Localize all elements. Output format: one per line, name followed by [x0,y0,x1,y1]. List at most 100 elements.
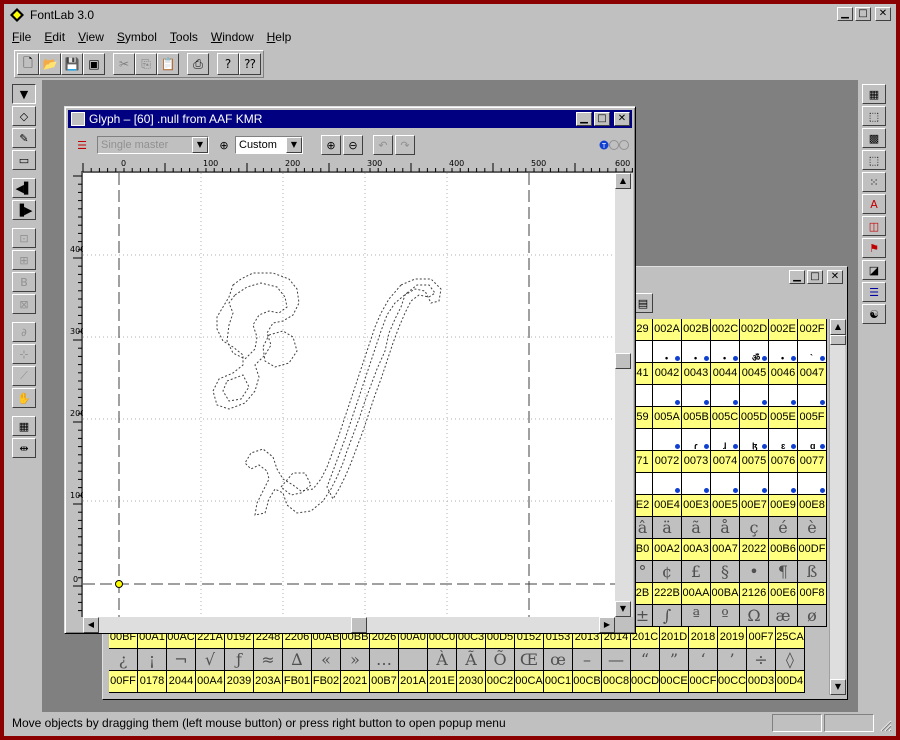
hint-box-button[interactable]: ◫ [862,216,886,236]
glyph-cell[interactable]: £ [682,561,711,583]
kerning-tool-button[interactable]: ⇹ [12,438,36,458]
glyph-cell[interactable]: ß [798,561,827,583]
lines-button[interactable]: ☰ [862,282,886,302]
glyph-cell[interactable]: è [798,517,827,539]
glyph-cell[interactable] [633,385,653,407]
glyph-cell[interactable]: º [711,605,740,627]
glyph-code-cell[interactable]: B0 [633,539,653,561]
pen-tool-button[interactable]: ✎ [12,128,36,148]
glyph-code-cell[interactable]: 00E8 [798,495,827,517]
glyph-code-cell[interactable]: 00BA [711,583,740,605]
glyph-cell[interactable] [711,473,740,495]
glyph-code-cell[interactable]: 00DF [798,539,827,561]
scroll-up-arrow-icon[interactable]: ▲ [615,173,631,189]
vertical-scroll-thumb[interactable] [615,353,631,369]
glyph-code-cell[interactable]: 0045 [740,363,769,385]
glyph-cell[interactable]: ` [798,341,827,363]
glyph-window[interactable]: Glyph – [60] .null from AAF KMR ▁ □ ✕ ☰ … [64,106,636,634]
glyph-cell[interactable] [633,473,653,495]
master-select[interactable]: Single master ▼ [97,136,209,154]
glyph-cell[interactable]: ◊ [776,649,805,671]
cut-button[interactable]: ✂ [113,53,135,75]
dotted-box-button[interactable]: ⬚ [862,150,886,170]
grid-view-button[interactable]: ▦ [862,84,886,104]
undo-button[interactable]: ↶ [373,135,393,155]
glyph-cell[interactable]: — [602,649,631,671]
glyph-cell[interactable]: • [653,341,682,363]
paste-button[interactable]: 📋 [157,53,179,75]
horizontal-scroll-thumb[interactable] [351,617,367,633]
glyph-cell[interactable] [682,473,711,495]
glyph-cell[interactable]: § [711,561,740,583]
glyph-cell[interactable]: Ω [740,605,769,627]
glyph-code-cell[interactable]: 00A2 [653,539,682,561]
glyph-code-cell[interactable]: 0043 [682,363,711,385]
glyph-cell[interactable]: Õ [486,649,515,671]
zoom-select[interactable]: Custom ▼ [235,136,303,154]
metrics-tool-button[interactable]: ▦ [12,416,36,436]
ruler-tool-button[interactable]: ▭ [12,150,36,170]
glyph-window-maximize-button[interactable]: □ [594,112,610,126]
glyph-code-cell[interactable]: 2044 [167,671,196,693]
glyph-code-cell[interactable]: 00E6 [769,583,798,605]
glyph-code-cell[interactable]: 0046 [769,363,798,385]
glyph-code-cell[interactable]: 25CA [776,627,805,649]
glyph-cell[interactable]: œ [544,649,573,671]
glyph-cell[interactable]: ç [740,517,769,539]
zoom-out-button[interactable]: ⊖ [343,135,363,155]
glyph-code-cell[interactable]: 002E [769,319,798,341]
font-window-maximize-button[interactable]: □ [807,270,823,284]
glyph-code-cell[interactable]: 0047 [798,363,827,385]
glyph-code-cell[interactable]: 00C2 [486,671,515,693]
glyph-code-cell[interactable]: 0076 [769,451,798,473]
glyph-code-cell[interactable]: FB02 [312,671,341,693]
app-minimize-button[interactable]: ▁ [837,7,853,21]
glyph-code-cell[interactable]: 00E4 [653,495,682,517]
menu-edit[interactable]: Edit [44,30,65,44]
glyph-code-cell[interactable]: 00A4 [196,671,225,693]
glyph-cell[interactable]: ¡ [138,649,167,671]
glyph-cell[interactable]: ã [682,517,711,539]
glyph-code-cell[interactable]: 00AA [682,583,711,605]
glyph-code-cell[interactable]: 2126 [740,583,769,605]
glyph-cell[interactable]: • [740,561,769,583]
glyph-code-cell[interactable]: 201E [428,671,457,693]
glyph-code-cell[interactable]: 0077 [798,451,827,473]
glyph-window-minimize-button[interactable]: ▁ [576,112,592,126]
glyph-code-cell[interactable]: 005A [653,407,682,429]
glyph-code-cell[interactable]: 00D4 [776,671,805,693]
glyph-horizontal-scrollbar[interactable]: ◀ ▶ [83,617,615,633]
dotted-frame-button[interactable]: ⬚ [862,106,886,126]
glyph-cell[interactable]: … [370,649,399,671]
glyph-cell[interactable]: ± [633,605,653,627]
glyph-code-cell[interactable]: 00CD [631,671,660,693]
glyph-code-cell[interactable]: 00C1 [544,671,573,693]
glyph-cell[interactable]: ” [660,649,689,671]
glyph-cell[interactable]: ¿ [109,649,138,671]
glyph-code-cell[interactable]: 201A [399,671,428,693]
glyph-code-cell[interactable]: 00F8 [798,583,827,605]
glyph-code-cell[interactable]: 00F7 [747,627,776,649]
glyph-code-cell[interactable]: 00E3 [682,495,711,517]
glyph-window-close-button[interactable]: ✕ [614,112,630,126]
glyph-code-cell[interactable]: 00CA [515,671,544,693]
open-button[interactable]: 📂 [39,53,61,75]
glyph-cell[interactable]: ɾ [682,429,711,451]
letter-a-button[interactable]: A [862,194,886,214]
menu-tools[interactable]: Tools [170,30,198,44]
glyph-cell[interactable]: ° [633,561,653,583]
glyph-code-cell[interactable]: E2 [633,495,653,517]
glyph-cell[interactable]: æ [769,605,798,627]
glyph-cell[interactable] [653,385,682,407]
glyph-cell[interactable]: ª [682,605,711,627]
glyph-cell[interactable]: • [769,341,798,363]
glyph-cell[interactable] [711,385,740,407]
glyph-cell[interactable] [653,429,682,451]
glyph-code-cell[interactable]: 203A [254,671,283,693]
glyph-cell[interactable]: ∫ [653,605,682,627]
glyph-code-cell[interactable]: 201D [660,627,689,649]
glyph-code-cell[interactable]: 0072 [653,451,682,473]
glyph-code-cell[interactable]: 00C8 [602,671,631,693]
glyph-code-cell[interactable]: 2021 [341,671,370,693]
context-help-button[interactable]: ⁇ [239,53,261,75]
